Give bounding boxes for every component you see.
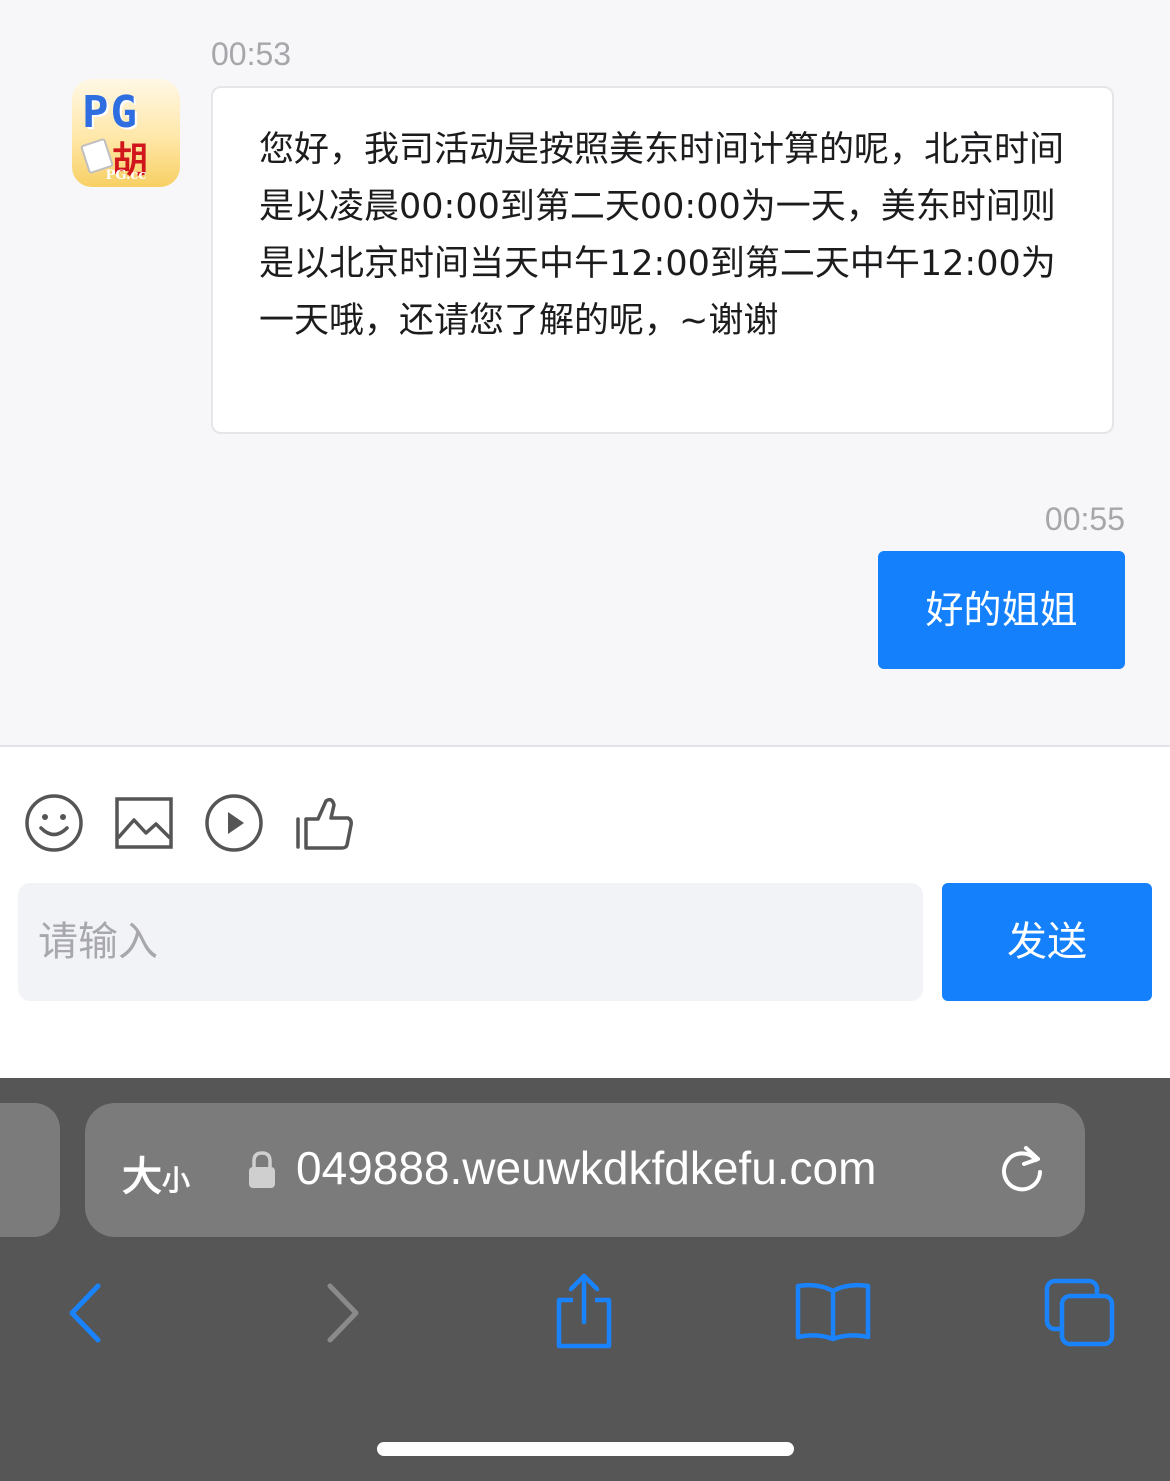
chat-area[interactable]: 00:53 PG 胡 PG.cc 您好，我司活动是按照美东时间计算的呢，北京时间… xyxy=(0,0,1170,745)
image-icon[interactable] xyxy=(114,793,174,853)
agent-message-bubble: 您好，我司活动是按照美东时间计算的呢，北京时间是以凌晨00:00到第二天00:0… xyxy=(211,86,1114,434)
send-button[interactable]: 发送 xyxy=(942,883,1152,1001)
message-input[interactable] xyxy=(18,883,923,1001)
agent-avatar: PG 胡 PG.cc xyxy=(72,79,180,187)
bookmarks-icon[interactable] xyxy=(794,1281,872,1343)
text-size-small-label: 小 xyxy=(162,1164,191,1197)
previous-tab-preview[interactable] xyxy=(0,1103,60,1237)
home-indicator[interactable] xyxy=(377,1442,794,1456)
message-timestamp: 00:53 xyxy=(211,36,292,72)
text-size-big-label: 大 xyxy=(122,1154,162,1200)
avatar-domain: PG.cc xyxy=(105,168,147,183)
text-size-button[interactable]: 大小 xyxy=(122,1144,190,1202)
play-icon[interactable] xyxy=(204,793,264,853)
tabs-icon[interactable] xyxy=(1044,1278,1116,1348)
user-message-bubble: 好的姐姐 xyxy=(878,551,1125,669)
back-icon[interactable] xyxy=(62,1282,110,1344)
message-timestamp: 00:55 xyxy=(1044,501,1125,537)
share-icon[interactable] xyxy=(551,1272,617,1350)
url-text[interactable]: 049888.weuwkdkfdkefu.com xyxy=(296,1141,876,1195)
thumbs-up-icon[interactable] xyxy=(294,793,354,853)
lock-icon xyxy=(249,1151,275,1188)
smiley-icon[interactable] xyxy=(24,793,84,853)
forward-icon[interactable] xyxy=(318,1282,366,1344)
reload-icon[interactable] xyxy=(994,1142,1050,1198)
